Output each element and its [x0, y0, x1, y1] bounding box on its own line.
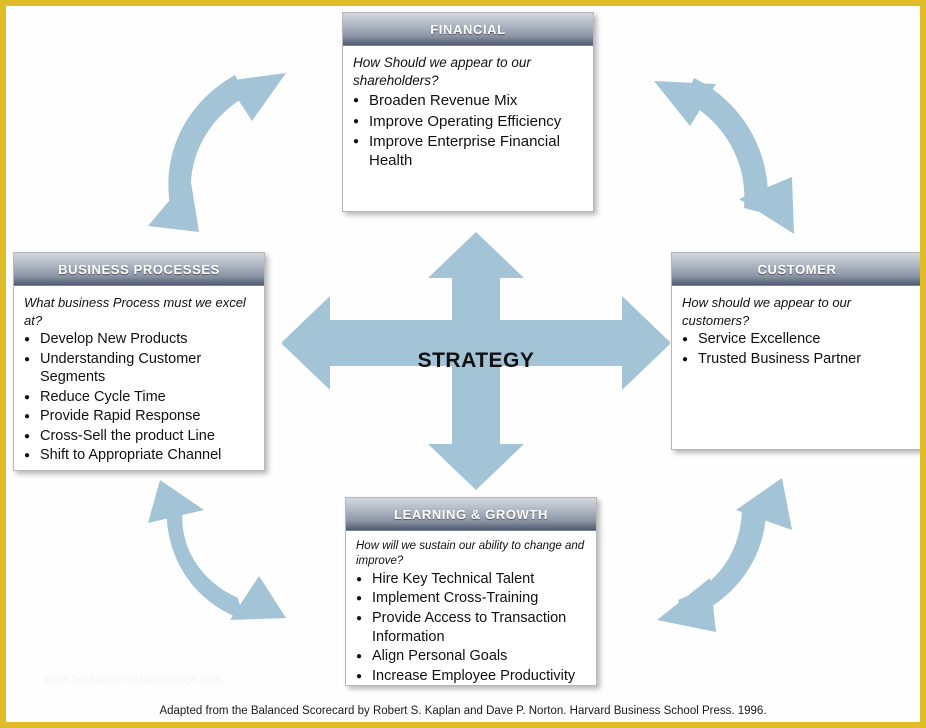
- quadrant-title-learning-growth: LEARNING & GROWTH: [394, 506, 548, 522]
- four-way-arrow-icon: [282, 232, 670, 490]
- list-item: Service Excellence: [682, 330, 912, 349]
- list-item: Provide Rapid Response: [24, 407, 254, 426]
- quadrant-card-learning-growth: LEARNING & GROWTH How will we sustain ou…: [345, 497, 597, 686]
- list-item: Cross-Sell the product Line: [24, 427, 254, 446]
- list-item: Reduce Cycle Time: [24, 388, 254, 407]
- quadrant-goal-list-customer: Service Excellence Trusted Business Part…: [682, 330, 912, 368]
- curved-double-arrow-icon-bottom-right: [657, 478, 792, 632]
- quadrant-body-business-processes: What business Process must we excel at? …: [14, 286, 264, 472]
- source-caption: Adapted from the Balanced Scorecard by R…: [159, 705, 767, 717]
- site-watermark: www.heritagechristiancollege.com: [44, 674, 223, 686]
- quadrant-title-business-processes: BUSINESS PROCESSES: [58, 261, 220, 277]
- quadrant-card-business-processes: BUSINESS PROCESSES What business Process…: [13, 252, 265, 471]
- list-item: Improve Enterprise Financial Health: [353, 132, 583, 170]
- list-item: Hire Key Technical Talent: [356, 570, 586, 589]
- list-item: Understanding Customer Segments: [24, 350, 254, 387]
- list-item: Provide Access to Transaction Informatio…: [356, 609, 586, 646]
- balanced-scorecard-diagram: FINANCIAL How Should we appear to our sh…: [0, 0, 926, 728]
- list-item: Implement Cross-Training: [356, 589, 586, 608]
- list-item: Trusted Business Partner: [682, 350, 912, 369]
- quadrant-goal-list-learning-growth: Hire Key Technical Talent Implement Cros…: [356, 570, 586, 685]
- quadrant-title-customer: CUSTOMER: [757, 261, 837, 277]
- quadrant-question-learning-growth: How will we sustain our ability to chang…: [356, 540, 585, 567]
- quadrant-question-financial: How Should we appear to our shareholders…: [353, 55, 531, 89]
- quadrant-header-customer: CUSTOMER: [672, 253, 920, 286]
- quadrant-header-business-processes: BUSINESS PROCESSES: [14, 253, 264, 286]
- quadrant-goal-list-business-processes: Develop New Products Understanding Custo…: [24, 330, 254, 465]
- quadrant-card-financial: FINANCIAL How Should we appear to our sh…: [342, 12, 594, 212]
- curved-double-arrow-icon-top-left: [148, 73, 286, 232]
- quadrant-question-customer: How should we appear to our customers?: [682, 295, 852, 328]
- curved-double-arrow-icon-top-right: [654, 78, 794, 234]
- quadrant-body-customer: How should we appear to our customers? S…: [672, 286, 920, 375]
- quadrant-header-learning-growth: LEARNING & GROWTH: [346, 498, 596, 531]
- list-item: Align Personal Goals: [356, 647, 586, 666]
- list-item: Develop New Products: [24, 330, 254, 349]
- list-item: Broaden Revenue Mix: [353, 91, 583, 110]
- curved-double-arrow-icon-bottom-left: [148, 480, 286, 620]
- diagram-canvas: FINANCIAL How Should we appear to our sh…: [6, 6, 920, 722]
- quadrant-title-financial: FINANCIAL: [430, 21, 506, 37]
- quadrant-body-learning-growth: How will we sustain our ability to chang…: [346, 531, 596, 692]
- list-item: Increase Employee Productivity: [356, 667, 586, 686]
- quadrant-question-business-processes: What business Process must we excel at?: [24, 295, 246, 328]
- quadrant-header-financial: FINANCIAL: [343, 13, 593, 46]
- quadrant-goal-list-financial: Broaden Revenue Mix Improve Operating Ef…: [353, 91, 583, 170]
- list-item: Shift to Appropriate Channel: [24, 446, 254, 465]
- quadrant-body-financial: How Should we appear to our shareholders…: [343, 46, 593, 177]
- list-item: Improve Operating Efficiency: [353, 112, 583, 131]
- quadrant-card-customer: CUSTOMER How should we appear to our cus…: [671, 252, 920, 450]
